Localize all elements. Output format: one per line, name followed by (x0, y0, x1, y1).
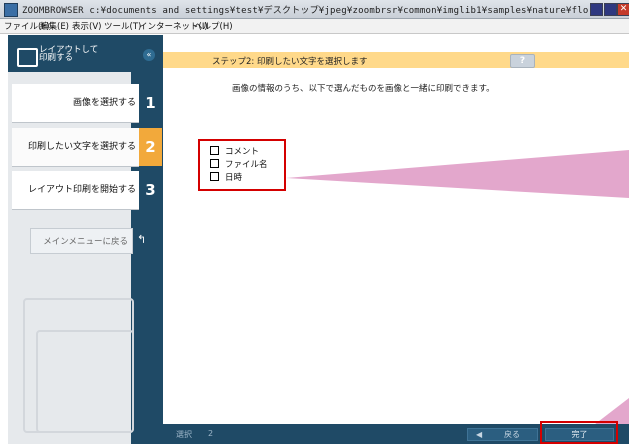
window-title: ZOOMBROWSER c:¥documents and settings¥te… (22, 6, 606, 16)
step-card: レイアウト印刷を開始する (12, 171, 139, 209)
step-2-select-text[interactable]: 印刷したい文字を選択する 2 (12, 128, 163, 166)
step-label: レイアウト印刷を開始する (27, 184, 136, 195)
back-label: 戻る (504, 430, 520, 439)
step-label: 画像を選択する (72, 97, 136, 108)
step-card: 画像を選択する (12, 84, 139, 122)
step-number: 1 (139, 84, 162, 122)
option-label: 日時 (225, 172, 243, 183)
option-comment[interactable]: コメント (210, 145, 260, 157)
step-banner-text: ステップ2: 印刷したい文字を選択します (212, 57, 368, 67)
step-card: 印刷したい文字を選択する (12, 128, 139, 166)
sidebar-header-label: レイアウトして 印刷する (39, 45, 99, 63)
option-label: ファイル名 (225, 159, 268, 170)
step-number: 2 (139, 128, 162, 166)
option-filename[interactable]: ファイル名 (210, 158, 268, 170)
main-menu-label: メインメニューに戻る (43, 237, 128, 247)
done-highlight-box (540, 421, 618, 444)
pink-callout-wedge (286, 150, 629, 198)
option-datetime[interactable]: 日時 (210, 171, 243, 183)
selection-label: 選択 (176, 430, 192, 439)
title-bar: ZOOMBROWSER c:¥documents and settings¥te… (0, 0, 629, 19)
selection-count: 2 (208, 429, 214, 438)
back-arrow-icon: ◀ (476, 430, 483, 439)
back-button[interactable]: ◀ 戻る (467, 428, 538, 441)
description-text: 画像の情報のうち、以下で選んだものを画像と一緒に印刷できます。 (232, 84, 495, 94)
step-1-select-images[interactable]: 画像を選択する 1 (12, 84, 163, 122)
main-panel (163, 52, 629, 424)
minimize-button[interactable] (590, 3, 603, 16)
step-3-start-print[interactable]: レイアウト印刷を開始する 3 (12, 171, 163, 209)
option-label: コメント (225, 146, 260, 157)
menu-help[interactable]: ヘルプ(H) (194, 20, 233, 32)
close-button[interactable]: ✕ (617, 3, 629, 16)
menu-bar: ファイル(F) 編集(E) 表示(V) ツール(T) インターネット(I) ヘル… (0, 19, 629, 34)
menu-tools[interactable]: ツール(T) (104, 20, 141, 32)
main-menu-button[interactable]: メインメニューに戻る (30, 228, 133, 254)
comment-checkbox[interactable] (210, 146, 219, 155)
menu-view[interactable]: 表示(V) (72, 20, 101, 32)
return-icon[interactable]: ↰ (137, 233, 146, 246)
help-button[interactable]: ? (510, 54, 535, 68)
maximize-button[interactable] (604, 3, 617, 16)
step-label: 印刷したい文字を選択する (27, 141, 136, 152)
layout-print-icon (17, 48, 38, 67)
decorative-page-outline (36, 330, 134, 433)
filename-checkbox[interactable] (210, 159, 219, 168)
app-icon (4, 3, 18, 17)
collapse-sidebar-button[interactable]: « (143, 49, 155, 61)
datetime-checkbox[interactable] (210, 172, 219, 181)
menu-edit[interactable]: 編集(E) (40, 20, 69, 32)
step-number: 3 (139, 171, 162, 209)
